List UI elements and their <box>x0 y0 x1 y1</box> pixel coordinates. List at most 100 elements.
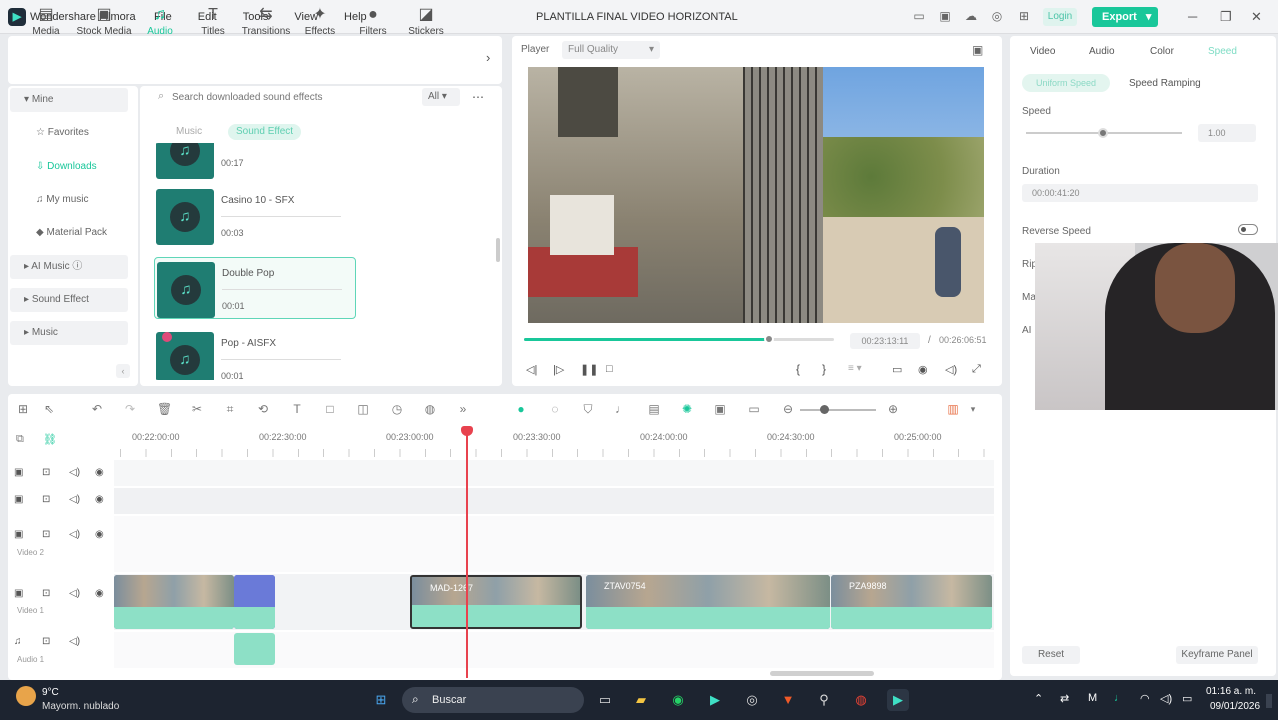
list-item[interactable]: ♫ Pop - AISFX 00:01 <box>154 328 356 380</box>
add-track-icon[interactable]: ⧉ <box>16 433 24 446</box>
reset-button[interactable]: Reset <box>1022 646 1080 664</box>
tab-color[interactable]: Color <box>1150 46 1174 57</box>
stop-icon[interactable]: □ <box>606 363 613 375</box>
zoom-slider[interactable] <box>800 409 876 411</box>
progress-handle[interactable] <box>763 334 774 344</box>
sidebar-item-ai-music[interactable]: ▸ AI Music ⓘ <box>10 255 128 279</box>
selected-video-clip[interactable]: MAD-1267 <box>410 575 582 629</box>
sidebar-item-music[interactable]: ▸ Music <box>10 321 128 345</box>
filter-dropdown[interactable]: All ▾ <box>422 88 460 106</box>
filmora-taskbar-icon[interactable]: ▶ <box>704 689 726 711</box>
chevron-right-icon[interactable]: › <box>486 50 490 65</box>
next-frame-icon[interactable]: |▷ <box>553 363 564 376</box>
mask-icon[interactable]: ◫ <box>356 402 370 416</box>
monitor-icon[interactable]: ▭ <box>912 9 926 23</box>
mark-out-icon[interactable]: } <box>822 362 826 376</box>
volume-icon[interactable]: ◁) <box>945 363 957 376</box>
mute-icon[interactable]: ◁) <box>69 494 80 505</box>
tab-stickers[interactable]: ◪ Stickers <box>400 4 452 37</box>
clock-date[interactable]: 09/01/2026 <box>1210 701 1260 712</box>
pip-icon[interactable]: ▣ <box>713 402 727 416</box>
delete-icon[interactable]: 🗑 <box>157 402 172 416</box>
restore-icon[interactable]: ❐ <box>1220 9 1232 25</box>
text-icon[interactable]: T <box>290 402 304 416</box>
timeline-scrollbar[interactable] <box>770 671 874 676</box>
collapse-sidebar-icon[interactable]: ‹ <box>116 364 130 378</box>
clock-time[interactable]: 01:16 a. m. <box>1206 686 1256 697</box>
subtab-music[interactable]: Music <box>168 124 210 140</box>
crop-icon[interactable]: ⌗ <box>223 402 237 416</box>
columns-icon[interactable]: ▥ <box>946 402 960 416</box>
file-explorer-icon[interactable]: ▰ <box>630 689 652 711</box>
video-clip[interactable]: ZTAV0754 <box>586 575 830 629</box>
zoom-out-icon[interactable]: ⊖ <box>781 402 795 416</box>
redo-icon[interactable]: ↷ <box>123 402 137 416</box>
lock-icon[interactable]: ⊡ <box>42 494 50 505</box>
uniform-speed-button[interactable]: Uniform Speed <box>1022 74 1110 92</box>
whatsapp-icon[interactable]: ◉ <box>667 689 689 711</box>
list-options-icon[interactable]: ≡ ▾ <box>848 363 862 374</box>
lock-icon[interactable]: ⊡ <box>42 467 50 478</box>
camera-icon[interactable]: ◉ <box>918 363 928 376</box>
sidebar-item-mine[interactable]: ▾ Mine <box>10 88 128 112</box>
show-desktop-button[interactable] <box>1266 694 1272 708</box>
sidebar-item-favorites[interactable]: ☆ Favorites <box>10 121 128 145</box>
subtab-sound-effect[interactable]: Sound Effect <box>228 124 302 140</box>
mute-icon[interactable]: ◁) <box>69 588 80 599</box>
voiceover-icon[interactable]: ▤ <box>647 402 661 416</box>
chevron-down-icon[interactable]: ▾ <box>966 402 980 416</box>
sidebar-item-my-music[interactable]: ♫ My music <box>10 188 128 212</box>
chrome-icon[interactable]: ◍ <box>850 689 872 711</box>
video-clip[interactable]: PZA9898 <box>831 575 992 629</box>
speed-value[interactable]: 1.00 <box>1198 124 1256 142</box>
previous-frame-icon[interactable]: ◁| <box>526 363 537 376</box>
grid-icon[interactable]: ⊞ <box>1017 9 1031 23</box>
tab-stock-media[interactable]: ▣ Stock Media <box>72 4 136 37</box>
microphone-icon[interactable]: ♩ <box>1114 692 1125 704</box>
list-item[interactable]: ♫ Casino 10 - SFX 00:03 <box>154 185 356 247</box>
lock-icon[interactable]: ⊡ <box>42 588 50 599</box>
search-input[interactable] <box>172 88 412 106</box>
battery-icon[interactable]: ▭ <box>1182 692 1192 705</box>
minimize-icon[interactable]: ─ <box>1188 9 1197 24</box>
tab-speed[interactable]: Speed <box>1208 46 1237 57</box>
tab-audio[interactable]: ♫ Audio <box>134 4 186 37</box>
link-icon[interactable]: ⛓ <box>43 433 57 446</box>
tab-media[interactable]: ▤ Media <box>20 4 72 37</box>
speed-slider-handle[interactable] <box>1098 128 1108 138</box>
mark-in-icon[interactable]: { <box>796 362 800 376</box>
tab-transitions[interactable]: ⇆ Transitions <box>240 4 292 37</box>
tab-titles[interactable]: T Titles <box>187 4 239 37</box>
tray-icon[interactable]: ⇄ <box>1060 692 1069 705</box>
zoom-slider-handle[interactable] <box>820 405 829 414</box>
tray-icon[interactable]: M <box>1088 692 1097 704</box>
quality-dropdown[interactable]: Full Quality ▾ <box>562 41 660 59</box>
speed-icon[interactable]: ◷ <box>390 402 404 416</box>
list-scrollbar[interactable] <box>496 238 500 262</box>
windows-start-icon[interactable]: ⊞ <box>370 689 392 711</box>
subtitle-icon[interactable]: ▭ <box>747 402 761 416</box>
login-button[interactable]: Login <box>1043 8 1077 26</box>
undo-icon[interactable]: ↶ <box>90 402 104 416</box>
list-item[interactable]: ♫ Double Pop 00:01 <box>154 257 356 319</box>
save-icon[interactable]: ▣ <box>938 9 952 23</box>
filmora-active-icon[interactable]: ▶ <box>887 689 909 711</box>
tab-effects[interactable]: ✦ Effects <box>294 4 346 37</box>
list-item[interactable]: ♫ 00:17 <box>154 143 356 179</box>
close-icon[interactable]: ✕ <box>1251 9 1262 25</box>
timeline-ruler[interactable] <box>120 449 996 457</box>
fullscreen-icon[interactable]: ⤢ <box>972 363 981 376</box>
headset-icon[interactable]: ◎ <box>990 9 1004 23</box>
snapshot-view-icon[interactable]: ▣ <box>972 43 983 57</box>
playhead[interactable] <box>466 430 468 678</box>
wifi-icon[interactable]: ◠ <box>1140 692 1150 705</box>
reverse-speed-toggle[interactable] <box>1238 224 1258 235</box>
eye-icon[interactable]: ◉ <box>95 467 104 478</box>
ai-icon[interactable]: ✺ <box>680 402 694 416</box>
audio-split-icon[interactable]: ⟲ <box>256 402 270 416</box>
more-options-icon[interactable]: ⋯ <box>472 90 484 104</box>
more-tools-icon[interactable]: » <box>456 402 470 416</box>
speed-ramping-button[interactable]: Speed Ramping <box>1129 78 1201 89</box>
weather-icon[interactable] <box>16 686 36 706</box>
duration-field[interactable]: 00:00:41:20 <box>1022 184 1258 202</box>
